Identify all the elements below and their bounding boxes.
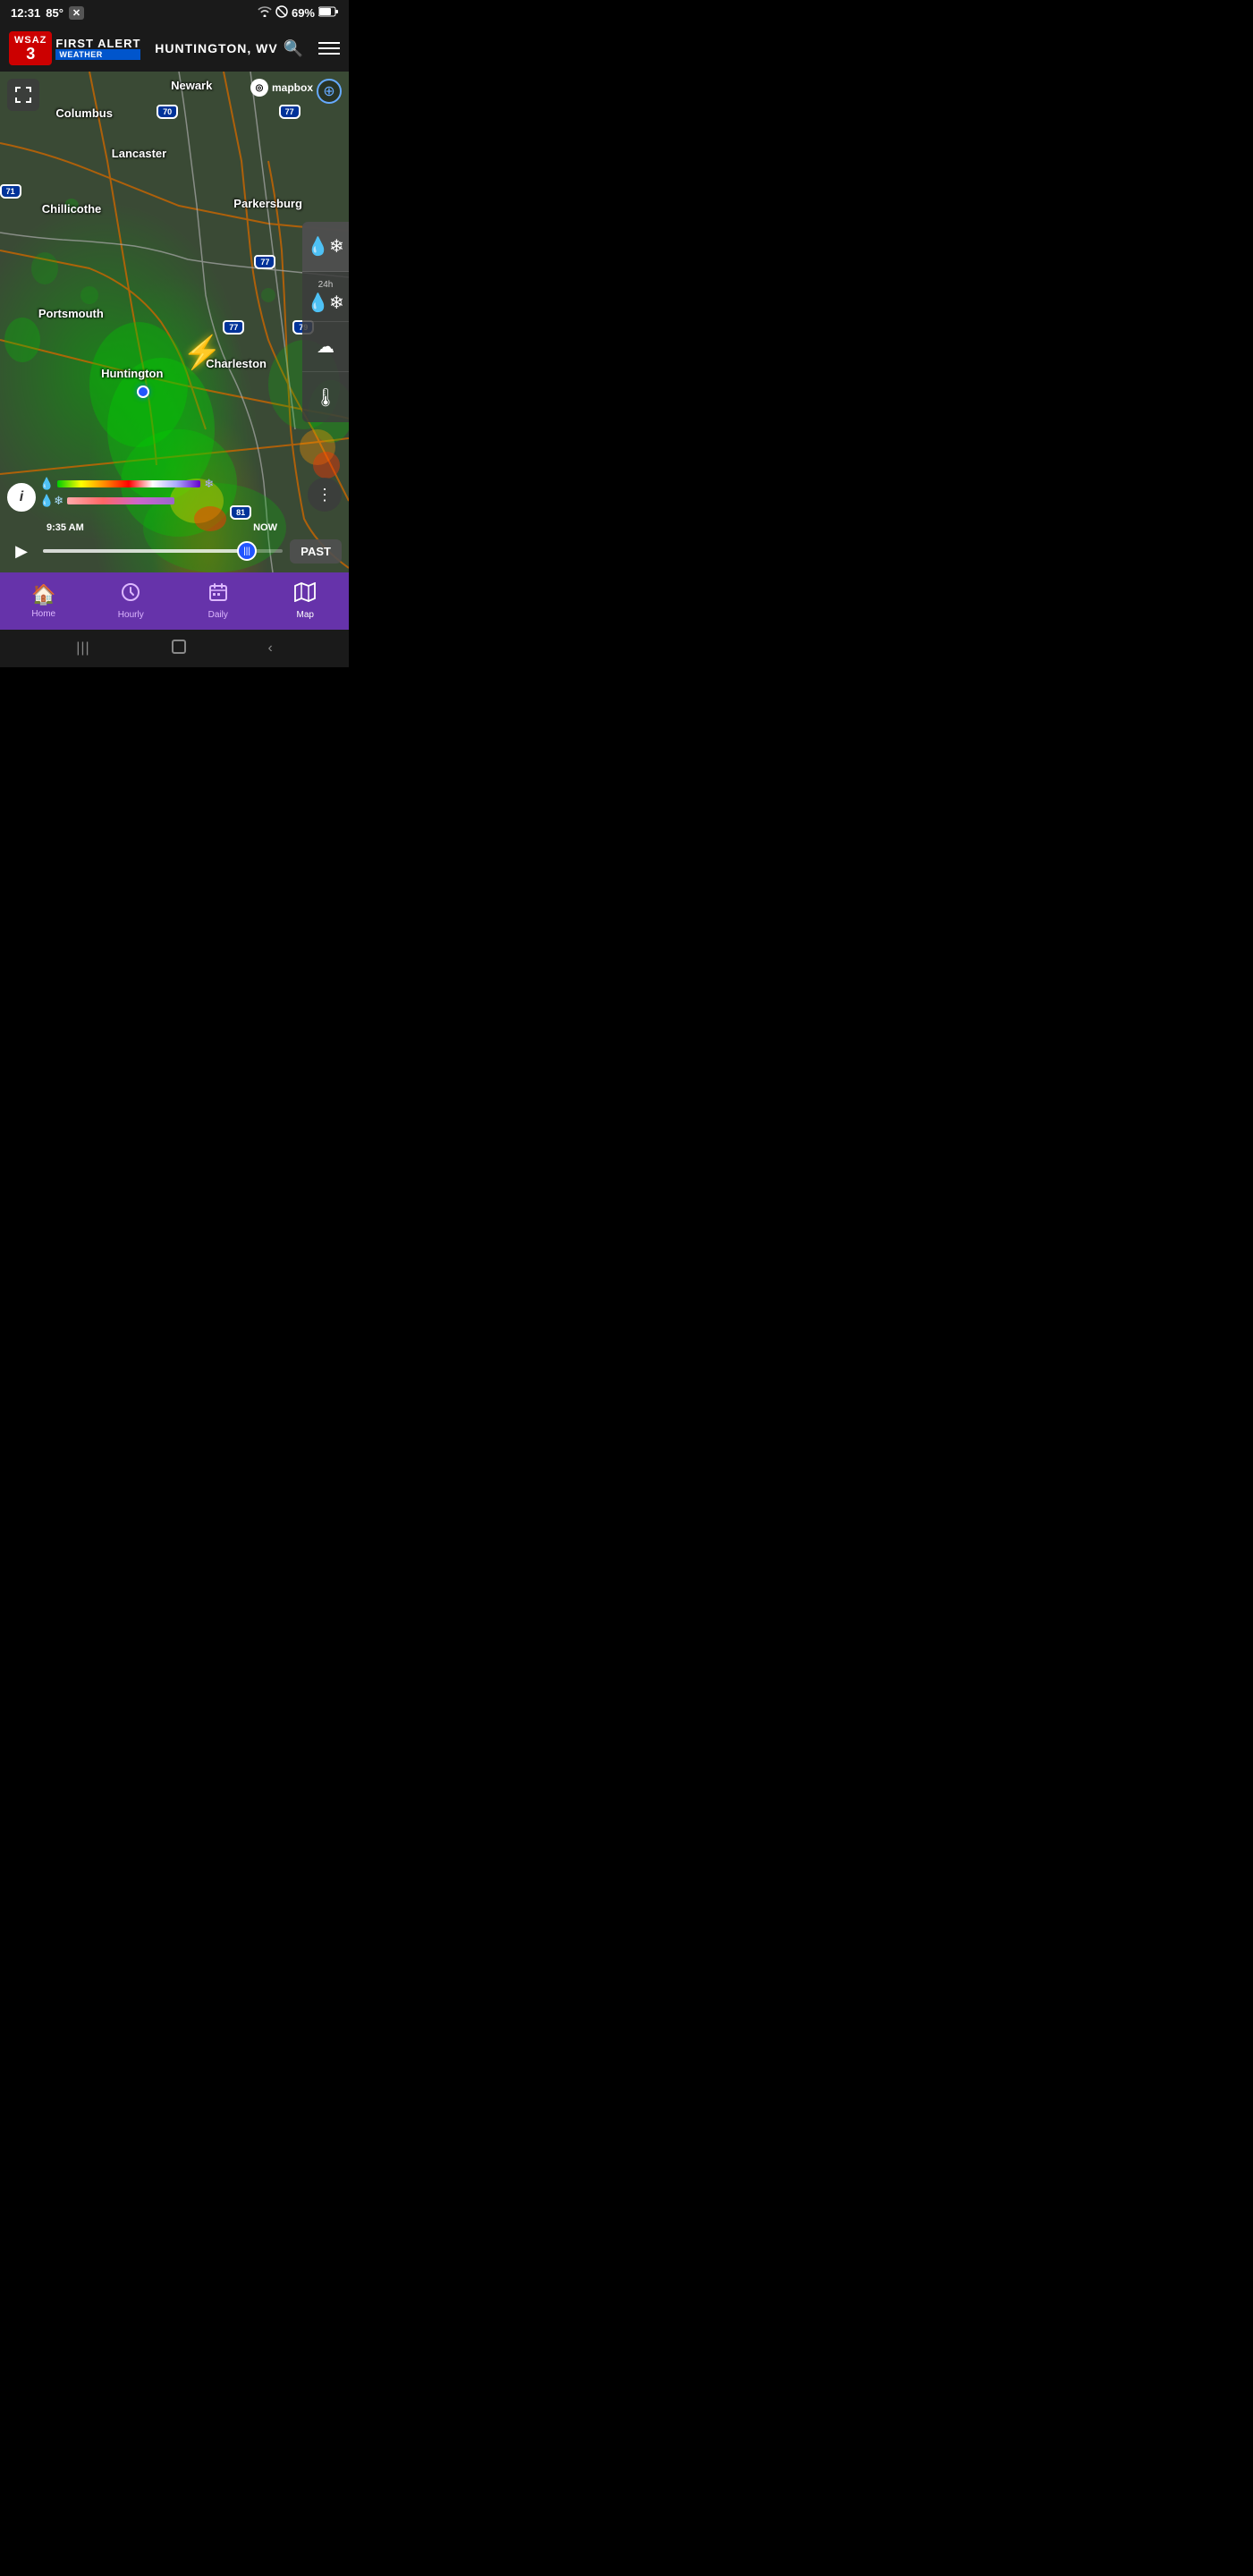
snow-gradient <box>67 497 174 504</box>
mapbox-logo: ◎ <box>250 79 268 97</box>
hourly-nav-icon <box>121 582 140 607</box>
legend-snow-row: 💧❄ <box>39 494 214 508</box>
nav-daily[interactable]: Daily <box>187 582 250 620</box>
cloud-icon: ☁ <box>317 335 334 358</box>
precipitation-layer-btn[interactable]: 💧❄ <box>302 222 349 272</box>
interstate-71: 71 <box>0 184 21 199</box>
legend: 💧 ❄ 💧❄ <box>39 477 214 508</box>
map-container[interactable]: ◎ mapbox ⊕ Newark Columbus Lancaster Chi… <box>0 72 349 572</box>
playback-bar: ▶ ||| PAST <box>7 537 342 565</box>
home-system-button[interactable] <box>171 639 187 659</box>
status-temp: 85° <box>46 6 63 20</box>
mapbox-attribution: ◎ mapbox <box>250 79 313 97</box>
daily-nav-icon <box>208 582 228 607</box>
rain-snow-icon: 💧❄ <box>307 235 344 258</box>
interstate-77-mid: 77 <box>254 255 275 269</box>
past-button[interactable]: PAST <box>290 539 342 564</box>
logo-weather: WEATHER <box>55 49 140 60</box>
status-left: 12:31 85° ✕ <box>11 6 84 20</box>
lightning-icon: ⚡ <box>182 334 223 371</box>
24h-label: 24h <box>318 280 334 290</box>
map-nav-label: Map <box>297 610 314 620</box>
thumb-icon: ||| <box>243 547 250 556</box>
location-text: HUNTINGTON, WV <box>155 41 277 55</box>
mapbox-label: mapbox <box>272 81 313 94</box>
recent-apps-icon: ||| <box>76 640 89 657</box>
user-location-dot <box>137 386 149 398</box>
expand-map-button[interactable] <box>7 79 39 111</box>
24h-precip-icon: 💧❄ <box>307 292 344 314</box>
thermometer-icon: 🌡 <box>314 386 336 409</box>
close-icon[interactable]: ✕ <box>69 6 84 20</box>
system-navigation: ||| ‹ <box>0 630 349 667</box>
progress-fill <box>43 549 247 553</box>
progress-thumb[interactable]: ||| <box>237 541 257 561</box>
nav-bar: WSAZ 3 FIRST ALERT WEATHER HUNTINGTON, W… <box>0 25 349 72</box>
back-system-icon: ‹ <box>267 640 272 657</box>
status-bar: 12:31 85° ✕ 69% <box>0 0 349 25</box>
logo-first-alert: FIRST ALERT WEATHER <box>55 38 140 60</box>
info-button[interactable]: i <box>7 483 36 512</box>
app-logo: WSAZ 3 FIRST ALERT WEATHER <box>9 31 140 65</box>
nav-hourly[interactable]: Hourly <box>99 582 162 620</box>
interstate-70: 70 <box>157 105 178 119</box>
hamburger-line-2 <box>318 47 340 49</box>
logo-first: FIRST ALERT <box>55 38 140 49</box>
play-button[interactable]: ▶ <box>7 537 36 565</box>
time-label-now: NOW <box>253 522 277 533</box>
nav-location[interactable]: HUNTINGTON, WV 🔍 <box>155 39 304 58</box>
home-system-icon <box>171 639 187 659</box>
back-system-button[interactable]: ‹ <box>267 640 272 657</box>
info-icon: i <box>20 489 23 505</box>
time-label-start: 9:35 AM <box>47 522 84 533</box>
status-time: 12:31 <box>11 6 40 20</box>
wifi-icon <box>258 6 272 20</box>
mixed-legend-icon: 💧❄ <box>39 494 63 508</box>
24h-layer-btn[interactable]: 24h 💧❄ <box>302 272 349 322</box>
progress-track[interactable]: ||| <box>43 549 283 553</box>
rain-gradient <box>57 480 200 487</box>
search-icon[interactable]: 🔍 <box>284 39 304 58</box>
play-icon: ▶ <box>15 542 28 561</box>
dnd-icon <box>275 5 288 21</box>
home-nav-icon: 🏠 <box>31 583 55 606</box>
battery-icon <box>318 6 338 20</box>
rain-legend-icon: 💧 <box>39 477 54 491</box>
interstate-81: 81 <box>230 505 251 520</box>
home-nav-label: Home <box>31 609 55 619</box>
nav-home[interactable]: 🏠 Home <box>13 583 75 619</box>
layer-panel: 💧❄ 24h 💧❄ ☁ 🌡 <box>302 222 349 422</box>
menu-button[interactable] <box>318 42 340 55</box>
logo-num: 3 <box>26 46 35 62</box>
location-button[interactable]: ⊕ <box>317 79 342 104</box>
hourly-nav-label: Hourly <box>118 610 144 620</box>
map-nav-icon <box>294 582 316 607</box>
snow-legend-icon: ❄ <box>204 477 214 491</box>
more-options-button[interactable]: ⋮ <box>308 478 342 512</box>
status-battery: 69% <box>292 6 315 20</box>
interstate-77-ne: 77 <box>279 105 301 119</box>
nav-map[interactable]: Map <box>274 582 336 620</box>
recent-apps-button[interactable]: ||| <box>76 640 89 657</box>
interstate-77-s: 77 <box>223 320 244 335</box>
legend-rain-row: 💧 ❄ <box>39 477 214 491</box>
hamburger-line-3 <box>318 53 340 55</box>
logo-box: WSAZ 3 <box>9 31 52 65</box>
hamburger-line-1 <box>318 42 340 44</box>
status-right: 69% <box>258 5 338 21</box>
more-icon: ⋮ <box>317 486 333 504</box>
cloud-layer-btn[interactable]: ☁ <box>302 322 349 372</box>
bottom-navigation: 🏠 Home Hourly Daily <box>0 572 349 630</box>
temperature-layer-btn[interactable]: 🌡 <box>302 372 349 422</box>
daily-nav-label: Daily <box>208 610 228 620</box>
